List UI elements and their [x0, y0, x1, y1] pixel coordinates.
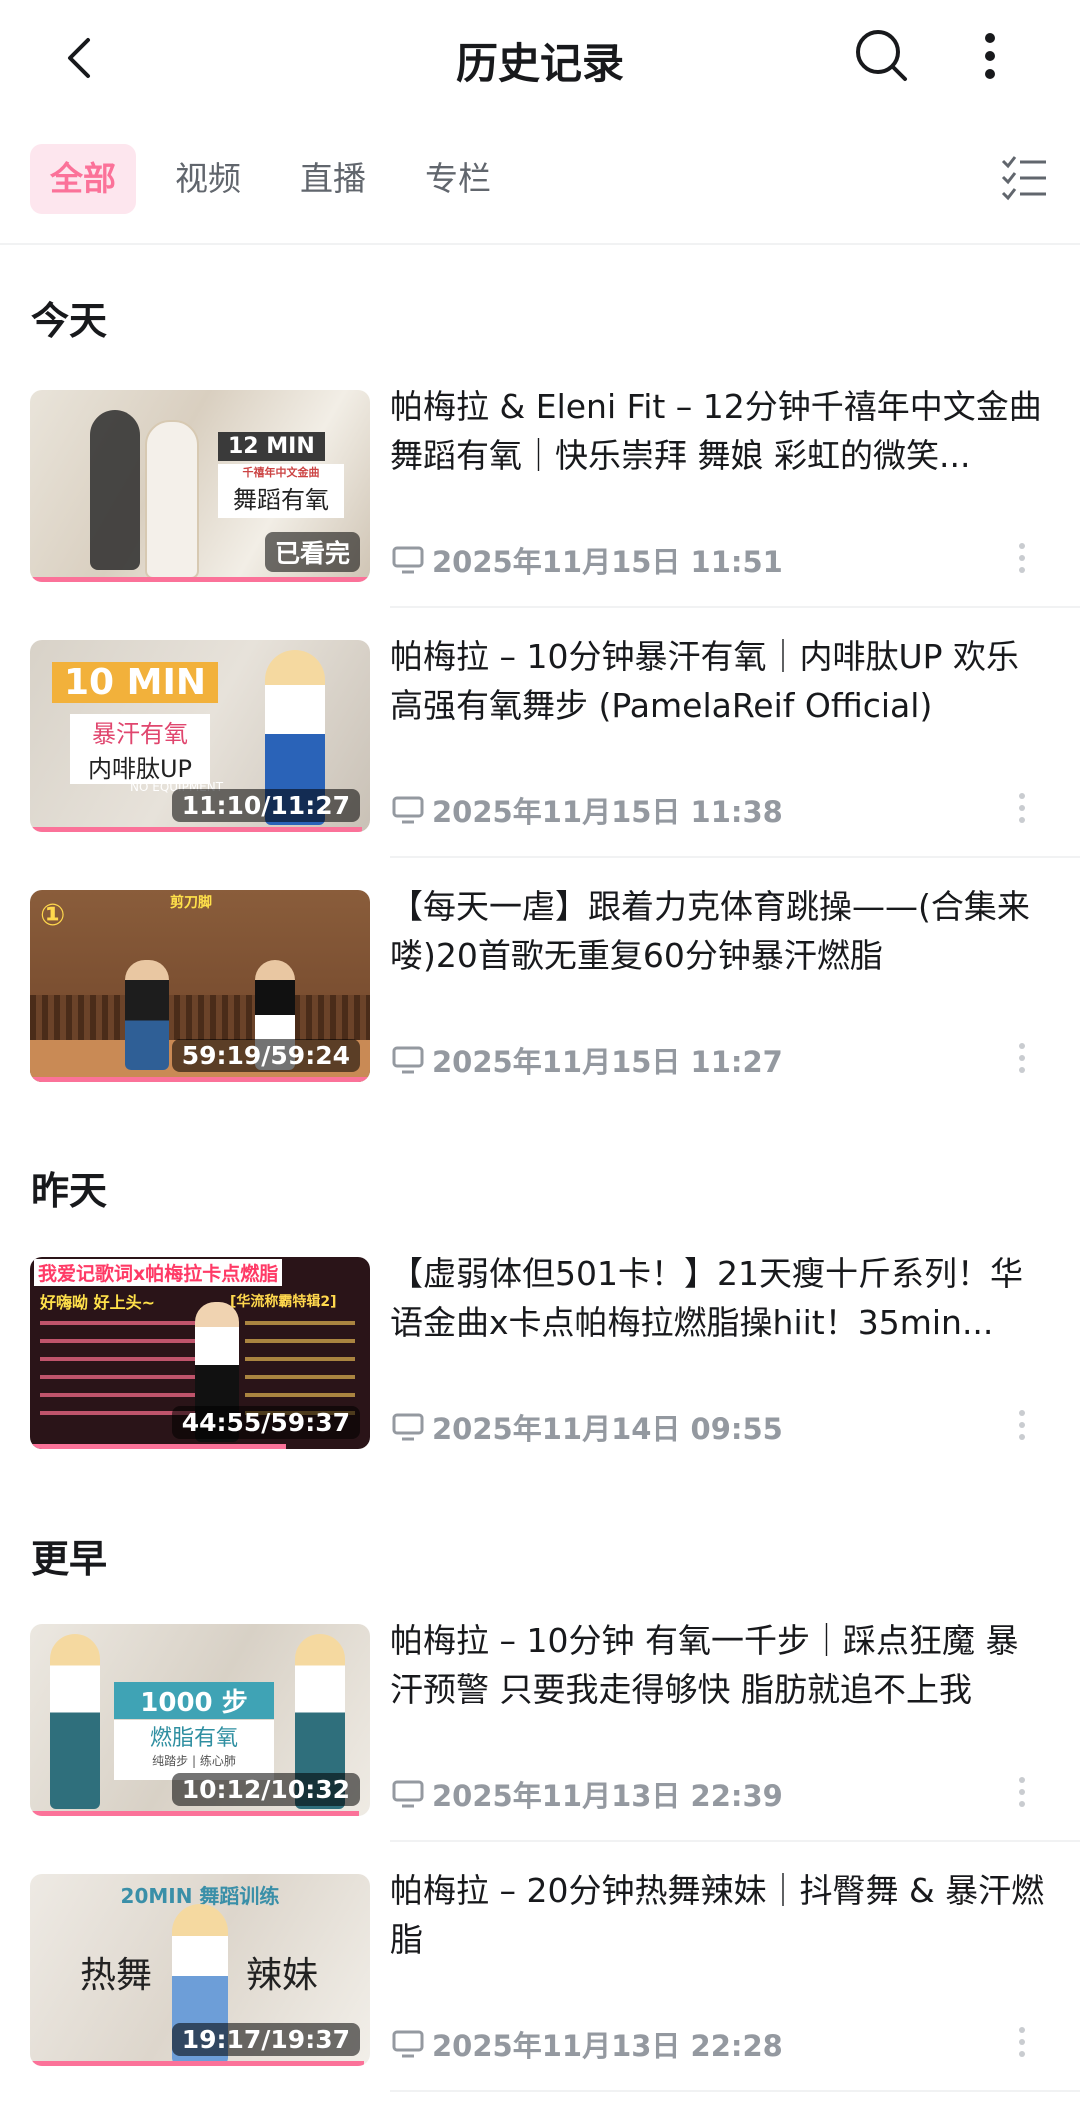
tabs-divider: [0, 243, 1080, 245]
progress-bar: [30, 577, 370, 582]
video-title[interactable]: 帕梅拉 – 20分钟热舞辣妹｜抖臀舞 & 暴汗燃脂: [390, 1866, 1050, 1964]
tv-icon: [392, 546, 424, 574]
edit-list-icon[interactable]: [1000, 152, 1050, 202]
progress-bar: [30, 1811, 360, 1816]
duration-badge: 44:55/59:37: [171, 1406, 360, 1439]
item-more-icon[interactable]: [1010, 1772, 1034, 1812]
item-divider: [390, 2090, 1080, 2092]
person-figure: [125, 960, 169, 1070]
item-more-icon[interactable]: [1010, 538, 1034, 578]
thumb-label-box: 燃脂有氧 纯踏步 | 练心肺: [114, 1720, 274, 1780]
progress-bar: [30, 827, 362, 832]
history-item[interactable]: ① 剪刀脚 59:19/59:24 【每天一虐】跟着力克体育跳操——(合集来喽)…: [0, 887, 1080, 1090]
video-title[interactable]: 帕梅拉 – 10分钟 有氧一千步｜踩点狂魔 暴汗预警 只要我走得够快 脂肪就追不…: [390, 1616, 1050, 1714]
tab-column[interactable]: 专栏: [405, 144, 511, 214]
video-title[interactable]: 帕梅拉 – 10分钟暴汗有氧｜内啡肽UP 欢乐高强有氧舞步 (PamelaRei…: [390, 632, 1050, 730]
video-thumbnail[interactable]: 1000 步 燃脂有氧 纯踏步 | 练心肺 10:12/10:32: [30, 1624, 370, 1816]
duration-badge: 19:17/19:37: [171, 2023, 360, 2056]
watched-badge: 已看完: [264, 532, 360, 572]
video-title[interactable]: 【每天一虐】跟着力克体育跳操——(合集来喽)20首歌无重复60分钟暴汗燃脂: [390, 882, 1050, 980]
video-thumbnail[interactable]: 我爱记歌词x帕梅拉卡点燃脂 好嗨呦 好上头~ [华流称霸特辑2] 44:55/5…: [30, 1257, 370, 1449]
tv-icon: [392, 1780, 424, 1808]
item-more-icon[interactable]: [1010, 788, 1034, 828]
watch-time: 2025年11月15日 11:27: [392, 1042, 783, 1079]
history-item[interactable]: 1000 步 燃脂有氧 纯踏步 | 练心肺 10:12/10:32 帕梅拉 – …: [0, 1621, 1080, 1824]
item-more-icon[interactable]: [1010, 1405, 1034, 1445]
video-thumbnail[interactable]: 20MIN 舞蹈训练 热舞 辣妹 19:17/19:37: [30, 1874, 370, 2066]
history-item[interactable]: 10 MIN 暴汗有氧 内啡肽UP NO EQUIPMENT 11:10/11:…: [0, 637, 1080, 840]
item-divider: [390, 606, 1080, 608]
tab-video[interactable]: 视频: [155, 144, 261, 214]
video-title[interactable]: 【虚弱体但501卡！】21天瘦十斤系列！华语金曲x卡点帕梅拉燃脂操hiit！35…: [390, 1249, 1050, 1347]
section-header-today: 今天: [31, 299, 108, 343]
wall-pattern: [30, 995, 370, 1040]
person-figure: [50, 1634, 100, 1809]
watch-time: 2025年11月13日 22:28: [392, 2026, 783, 2063]
search-icon[interactable]: [852, 26, 912, 86]
thumb-label-box: 暴汗有氧 内啡肽UP: [70, 714, 210, 784]
video-thumbnail[interactable]: 12 MIN 千禧年中文金曲 舞蹈有氧 已看完: [30, 390, 370, 582]
thumb-label-box: 千禧年中文金曲 舞蹈有氧: [218, 464, 344, 518]
top-bar: 历史记录: [0, 0, 1080, 120]
duration-badge: 11:10/11:27: [171, 789, 360, 822]
watch-time: 2025年11月15日 11:38: [392, 792, 783, 829]
watch-time: 2025年11月13日 22:39: [392, 1776, 783, 1813]
video-thumbnail[interactable]: ① 剪刀脚 59:19/59:24: [30, 890, 370, 1082]
progress-bar: [30, 2061, 365, 2066]
person-figure: [90, 410, 140, 570]
video-title[interactable]: 帕梅拉 & Eleni Fit – 12分钟千禧年中文金曲舞蹈有氧｜快乐崇拜 舞…: [390, 382, 1050, 480]
duration-badge: 59:19/59:24: [171, 1039, 360, 1072]
more-options-icon[interactable]: [970, 26, 1010, 86]
tv-icon: [392, 1046, 424, 1074]
duration-badge: 10:12/10:32: [171, 1773, 360, 1806]
section-header-earlier: 更早: [31, 1537, 108, 1581]
history-item[interactable]: 我爱记歌词x帕梅拉卡点燃脂 好嗨呦 好上头~ [华流称霸特辑2] 44:55/5…: [0, 1254, 1080, 1457]
video-thumbnail[interactable]: 10 MIN 暴汗有氧 内啡肽UP NO EQUIPMENT 11:10/11:…: [30, 640, 370, 832]
tv-icon: [392, 2030, 424, 2058]
tv-icon: [392, 1413, 424, 1441]
person-figure: [145, 420, 199, 579]
history-item[interactable]: 12 MIN 千禧年中文金曲 舞蹈有氧 已看完 帕梅拉 & Eleni Fit …: [0, 387, 1080, 590]
tv-icon: [392, 796, 424, 824]
tab-live[interactable]: 直播: [280, 144, 386, 214]
tab-all[interactable]: 全部: [30, 144, 136, 214]
progress-bar: [30, 1077, 370, 1082]
item-more-icon[interactable]: [1010, 2022, 1034, 2062]
item-divider: [390, 856, 1080, 858]
section-header-yesterday: 昨天: [31, 1169, 108, 1213]
progress-bar: [30, 1444, 287, 1449]
history-item[interactable]: 20MIN 舞蹈训练 热舞 辣妹 19:17/19:37 帕梅拉 – 20分钟热…: [0, 1871, 1080, 2074]
thumb-label: 12 MIN: [218, 432, 325, 461]
item-more-icon[interactable]: [1010, 1038, 1034, 1078]
watch-time: 2025年11月14日 09:55: [392, 1409, 783, 1446]
item-divider: [390, 1840, 1080, 1842]
history-tabs: 全部 视频 直播 专栏: [0, 140, 1080, 220]
page-title: 历史记录: [455, 39, 624, 88]
watch-time: 2025年11月15日 11:51: [392, 542, 783, 579]
